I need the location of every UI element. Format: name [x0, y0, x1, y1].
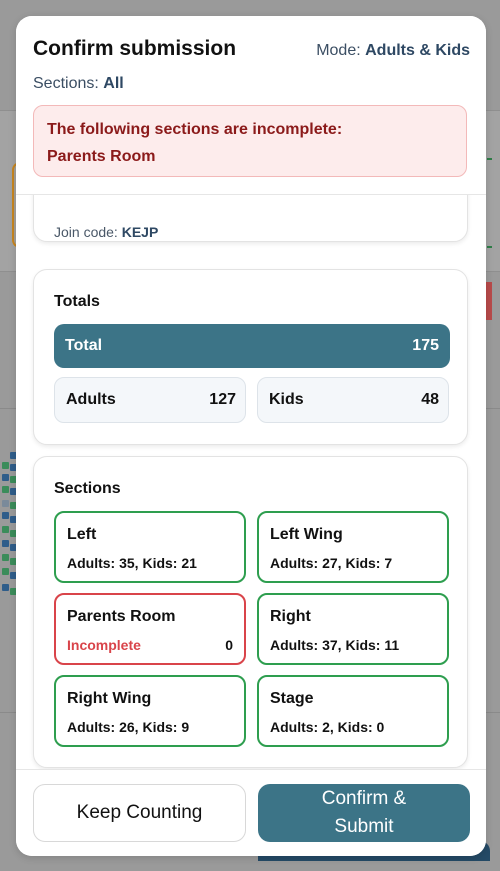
background-mark — [487, 158, 492, 160]
sections-title: Sections — [54, 480, 121, 497]
sections-value: All — [103, 75, 124, 92]
totals-title: Totals — [54, 293, 100, 310]
section-name: Stage — [270, 690, 314, 707]
section-name: Parents Room — [67, 608, 176, 625]
kids-value: 48 — [421, 391, 439, 408]
alert-item: Parents Room — [47, 148, 156, 165]
dialog-footer: Keep Counting Confirm & Submit — [16, 769, 486, 856]
dialog-title: Confirm submission — [33, 37, 237, 60]
mode-label: Mode: — [316, 42, 361, 59]
mode-value: Adults & Kids — [365, 42, 470, 59]
section-name: Left Wing — [270, 526, 343, 543]
join-code-value: KEJP — [121, 224, 159, 240]
section-counts: Adults: 37, Kids: 11 — [270, 637, 400, 653]
section-parents-room: Parents Room Incomplete 0 — [54, 593, 246, 665]
sections-label: Sections: — [33, 75, 99, 92]
section-counts: Adults: 27, Kids: 7 — [270, 555, 393, 571]
section-status: Incomplete — [67, 637, 141, 653]
section-name: Left — [67, 526, 97, 543]
keep-counting-button[interactable]: Keep Counting — [33, 784, 246, 842]
adults-value: 127 — [209, 391, 236, 408]
confirm-submission-dialog: Confirm submission Mode: Adults & Kids S… — [16, 16, 486, 856]
kids-label: Kids — [269, 391, 304, 408]
background-mark — [487, 246, 492, 248]
section-left-wing: Left Wing Adults: 27, Kids: 7 — [257, 511, 449, 583]
section-name: Right Wing — [67, 690, 152, 707]
section-left: Left Adults: 35, Kids: 21 — [54, 511, 246, 583]
mode-indicator: Mode: Adults & Kids — [316, 42, 470, 60]
section-counts: Adults: 26, Kids: 9 — [67, 719, 190, 735]
adults-label: Adults — [66, 391, 116, 408]
sections-card: Sections Left Adults: 35, Kids: 21 Left … — [33, 456, 468, 768]
dialog-scroll-area[interactable]: Join code: KEJP Totals Total 175 Adults … — [16, 194, 486, 770]
alert-title: The following sections are incomplete: — [47, 121, 343, 138]
join-code-label: Join code: — [54, 224, 118, 240]
dialog-header: Confirm submission Mode: Adults & Kids S… — [16, 16, 486, 194]
section-stage: Stage Adults: 2, Kids: 0 — [257, 675, 449, 747]
kids-total: Kids 48 — [257, 377, 449, 423]
section-right: Right Adults: 37, Kids: 11 — [257, 593, 449, 665]
confirm-submit-button[interactable]: Confirm & Submit — [258, 784, 470, 842]
section-name: Right — [270, 608, 311, 625]
adults-total: Adults 127 — [54, 377, 246, 423]
section-counts: Adults: 35, Kids: 21 — [67, 555, 197, 571]
total-row: Total 175 — [54, 324, 450, 368]
sections-indicator: Sections: All — [33, 75, 124, 93]
section-counts: Adults: 2, Kids: 0 — [270, 719, 385, 735]
total-label: Total — [65, 337, 103, 354]
section-total: 0 — [225, 637, 233, 653]
section-right-wing: Right Wing Adults: 26, Kids: 9 — [54, 675, 246, 747]
total-value: 175 — [412, 337, 439, 354]
totals-card: Totals Total 175 Adults 127 Kids 48 — [33, 269, 468, 445]
join-code: Join code: KEJP — [54, 224, 158, 240]
session-info-card: Join code: KEJP — [33, 195, 468, 242]
incomplete-alert: The following sections are incomplete: P… — [33, 105, 467, 177]
